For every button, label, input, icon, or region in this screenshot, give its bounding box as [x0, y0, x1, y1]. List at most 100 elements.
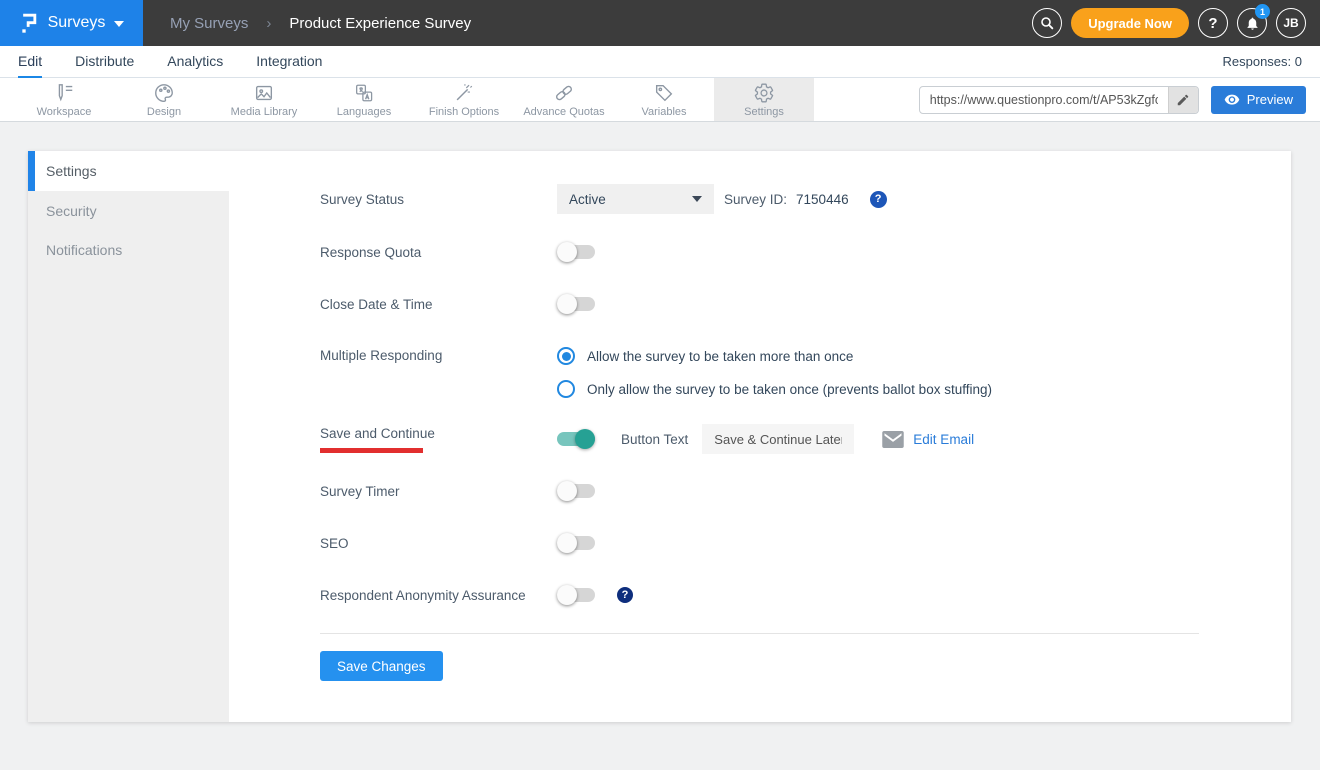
top-bar: Surveys My Surveys › Product Experience …: [0, 0, 1320, 46]
tab-distribute[interactable]: Distribute: [75, 46, 134, 78]
multiple-responding-label: Multiple Responding: [320, 348, 557, 363]
toolbar-item-variables[interactable]: Variables: [614, 78, 714, 121]
radio-option-only-once[interactable]: Only allow the survey to be taken once (…: [557, 374, 992, 404]
edit-toolbar: Workspace Design Media Library Languages…: [0, 78, 1320, 122]
response-quota-row: Response Quota: [320, 237, 1291, 267]
respondent-anonymity-row: Respondent Anonymity Assurance ?: [320, 580, 1291, 610]
save-changes-button[interactable]: Save Changes: [320, 651, 443, 681]
workspace-icon: [53, 82, 75, 104]
seo-label: SEO: [320, 536, 557, 551]
toggle-knob: [575, 429, 595, 449]
survey-id-help-icon[interactable]: ?: [870, 191, 887, 208]
multiple-responding-row: Multiple Responding Allow the survey to …: [320, 341, 1291, 404]
search-button[interactable]: [1032, 8, 1062, 38]
chain-link-icon: [553, 82, 575, 104]
survey-url-field: [919, 86, 1199, 114]
tab-analytics[interactable]: Analytics: [167, 46, 223, 78]
close-date-row: Close Date & Time: [320, 289, 1291, 319]
save-and-continue-label-cell: Save and Continue: [320, 426, 557, 453]
close-date-toggle[interactable]: [557, 297, 595, 311]
edit-url-button[interactable]: [1168, 87, 1198, 113]
toggle-knob: [557, 585, 577, 605]
respondent-anonymity-label: Respondent Anonymity Assurance: [320, 588, 557, 603]
seo-toggle[interactable]: [557, 536, 595, 550]
main-tab-bar: Edit Distribute Analytics Integration Re…: [0, 46, 1320, 78]
button-text-label: Button Text: [621, 432, 688, 447]
survey-timer-label: Survey Timer: [320, 484, 557, 499]
toggle-knob: [557, 533, 577, 553]
product-switcher-label: Surveys: [48, 14, 106, 32]
questionpro-logo-icon: [19, 11, 39, 36]
toggle-knob: [557, 481, 577, 501]
survey-timer-row: Survey Timer: [320, 476, 1291, 506]
breadcrumb-my-surveys[interactable]: My Surveys: [170, 15, 248, 32]
gear-icon: [753, 82, 775, 104]
toolbar-right: Preview: [919, 78, 1320, 121]
palette-icon: [153, 82, 175, 104]
edit-email-link[interactable]: Edit Email: [913, 432, 974, 447]
survey-status-value: Active: [569, 192, 606, 207]
toggle-knob: [557, 294, 577, 314]
toolbar-item-settings[interactable]: Settings: [714, 78, 814, 121]
survey-status-row: Survey Status Active Survey ID: 7150446 …: [320, 184, 1291, 214]
chevron-down-icon: [692, 196, 702, 202]
survey-status-label: Survey Status: [320, 192, 557, 207]
breadcrumb: My Surveys › Product Experience Survey: [170, 15, 1032, 32]
eye-icon: [1224, 94, 1240, 106]
avatar[interactable]: JB: [1276, 8, 1306, 38]
toolbar-item-languages[interactable]: Languages: [314, 78, 414, 121]
toolbar-item-workspace[interactable]: Workspace: [14, 78, 114, 121]
page-content: Settings Security Notifications Survey S…: [0, 122, 1320, 722]
close-date-label: Close Date & Time: [320, 297, 557, 312]
preview-button[interactable]: Preview: [1211, 86, 1306, 114]
save-and-continue-toggle[interactable]: [557, 432, 595, 446]
tab-edit[interactable]: Edit: [18, 46, 42, 78]
survey-id-value: 7150446: [796, 192, 849, 207]
radio-option-allow-multiple[interactable]: Allow the survey to be taken more than o…: [557, 341, 992, 371]
toolbar-item-finish-options[interactable]: Finish Options: [414, 78, 514, 121]
tag-icon: [653, 82, 675, 104]
settings-sidebar: Settings Security Notifications: [28, 151, 229, 722]
image-icon: [253, 82, 275, 104]
toolbar-item-media-library[interactable]: Media Library: [214, 78, 314, 121]
respondent-anonymity-help-icon[interactable]: ?: [617, 587, 633, 603]
responses-count: Responses: 0: [1223, 54, 1303, 69]
avatar-initials: JB: [1283, 16, 1298, 30]
survey-url-input[interactable]: [920, 93, 1168, 107]
multiple-responding-options: Allow the survey to be taken more than o…: [557, 341, 992, 404]
survey-id-label: Survey ID:: [724, 192, 787, 207]
seo-row: SEO: [320, 528, 1291, 558]
button-text-input[interactable]: [702, 424, 854, 454]
tab-integration[interactable]: Integration: [256, 46, 322, 78]
page-title: Product Experience Survey: [289, 15, 471, 32]
save-and-continue-row: Save and Continue Button Text Edit Email: [320, 424, 1291, 454]
save-and-continue-label: Save and Continue: [320, 426, 557, 441]
radio-unselected-icon[interactable]: [557, 380, 575, 398]
pencil-icon: [1176, 93, 1190, 107]
toolbar-item-advance-quotas[interactable]: Advance Quotas: [514, 78, 614, 121]
sidebar-item-security[interactable]: Security: [28, 191, 229, 230]
chevron-down-icon: [114, 21, 124, 27]
red-highlight-underline: [320, 448, 423, 453]
notification-count-badge: 1: [1255, 4, 1270, 19]
toggle-knob: [557, 242, 577, 262]
magic-wand-icon: [453, 82, 475, 104]
bell-icon: [1245, 16, 1260, 31]
response-quota-toggle[interactable]: [557, 245, 595, 259]
survey-timer-toggle[interactable]: [557, 484, 595, 498]
help-button[interactable]: ?: [1198, 8, 1228, 38]
survey-status-select[interactable]: Active: [557, 184, 714, 214]
question-mark-icon: ?: [1208, 15, 1217, 32]
notifications-button[interactable]: 1: [1237, 8, 1267, 38]
respondent-anonymity-toggle[interactable]: [557, 588, 595, 602]
toolbar-item-design[interactable]: Design: [114, 78, 214, 121]
upgrade-now-button[interactable]: Upgrade Now: [1071, 8, 1189, 38]
envelope-icon[interactable]: [882, 431, 904, 448]
settings-card: Settings Security Notifications Survey S…: [28, 151, 1291, 722]
response-quota-label: Response Quota: [320, 245, 557, 260]
sidebar-item-settings[interactable]: Settings: [28, 151, 229, 191]
sidebar-item-notifications[interactable]: Notifications: [28, 230, 229, 269]
radio-selected-icon[interactable]: [557, 347, 575, 365]
app-logo-menu[interactable]: Surveys: [0, 0, 143, 46]
preview-label: Preview: [1247, 92, 1293, 107]
